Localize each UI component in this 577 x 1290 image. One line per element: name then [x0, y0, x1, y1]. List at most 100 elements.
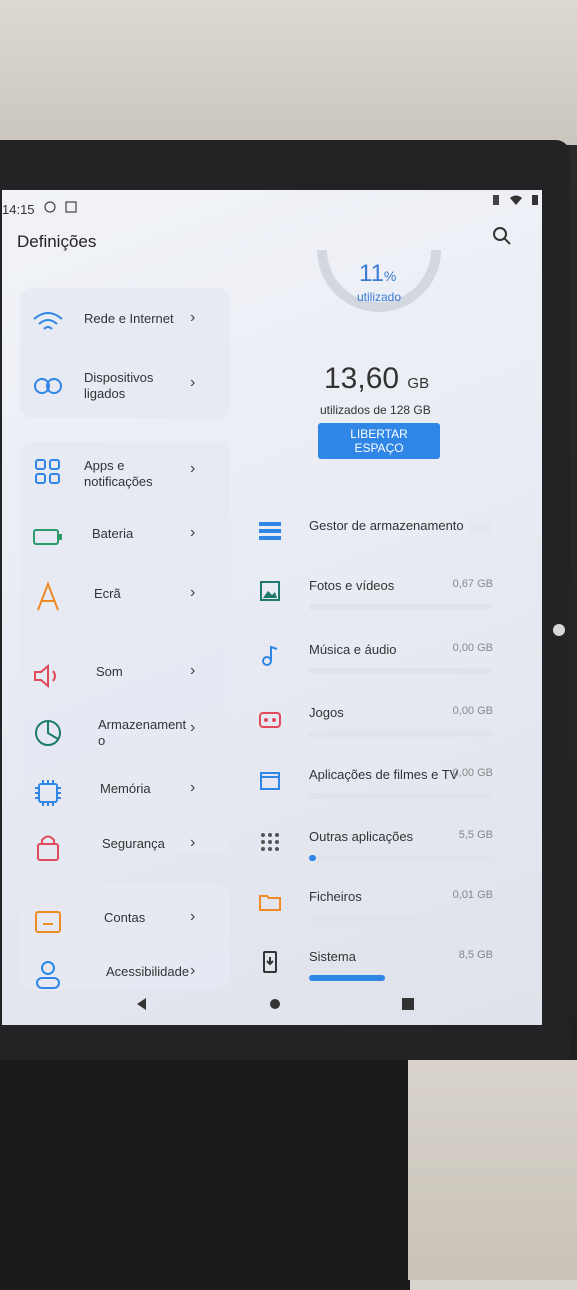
free-space-button[interactable]: LIBERTAR ESPAÇO: [318, 423, 440, 459]
storage-row-manager[interactable]: Gestor de armazenamento: [257, 518, 507, 570]
menu-item-memory[interactable]: Memória ›: [30, 775, 210, 815]
chevron-right-icon: ›: [190, 834, 196, 851]
storage-row-label: Sistema: [309, 949, 356, 964]
chevron-right-icon: ›: [190, 779, 196, 796]
storage-row-games[interactable]: Jogos 0,00 GB: [257, 705, 507, 757]
storage-manager-toggle[interactable]: [467, 522, 493, 534]
chevron-right-icon: ›: [190, 662, 196, 679]
storage-percent: 11%: [359, 260, 396, 288]
used-label: utilizado: [357, 290, 402, 304]
storage-row-size: 8,5 GB: [458, 949, 493, 961]
chevron-right-icon: ›: [190, 460, 196, 477]
search-icon[interactable]: [490, 224, 514, 248]
used-value: 13,60: [324, 362, 400, 395]
storage-pie-icon: [35, 720, 61, 746]
back-icon[interactable]: [132, 994, 152, 1014]
menu-label: Ecrã: [94, 586, 121, 601]
menu-item-battery[interactable]: Bateria ›: [30, 520, 210, 560]
storage-row-label: Gestor de armazenamento: [309, 518, 464, 533]
storage-row-label: Outras aplicações: [309, 829, 414, 844]
menu-label: Rede e Internet: [84, 311, 174, 326]
menu-item-sound[interactable]: Som ›: [30, 658, 210, 698]
second-device: [0, 1060, 410, 1290]
recents-icon[interactable]: [398, 994, 418, 1014]
menu-label: Bateria: [92, 526, 134, 541]
display-icon: [37, 581, 59, 611]
storage-manager-icon: [259, 522, 281, 540]
chevron-right-icon: ›: [190, 908, 196, 925]
menu-label: Apps e notificações: [84, 458, 153, 489]
storage-row-size: 5,5 GB: [458, 829, 493, 841]
chevron-right-icon: ›: [190, 584, 196, 601]
menu-item-apps[interactable]: Apps e notificações ›: [30, 456, 210, 496]
storage-row-bar-fill: [309, 975, 386, 981]
folder-icon: [259, 895, 281, 911]
storage-row-label: Música e áudio: [309, 642, 397, 657]
movie-icon: [260, 772, 280, 790]
camera-dot: [553, 624, 565, 636]
storage-row-bar-fill: [309, 855, 317, 861]
notification-icons: [44, 201, 77, 216]
percent-unit: %: [383, 268, 397, 284]
storage-row-label: Jogos: [309, 705, 344, 720]
storage-row-bar: [309, 915, 491, 921]
storage-row-files[interactable]: Ficheiros 0,01 GB: [257, 889, 507, 941]
storage-row-bar: [309, 975, 491, 981]
storage-row-label: Aplicações de filmes e TV: [309, 767, 459, 782]
chevron-right-icon: ›: [190, 309, 196, 326]
storage-row-bar: [309, 668, 491, 674]
account-icon: [35, 911, 61, 933]
storage-row-bar: [309, 855, 491, 861]
music-icon: [262, 645, 278, 666]
storage-row-movies[interactable]: Aplicações de filmes e TV 0,00 GB: [257, 767, 507, 819]
memory-chip-icon: [35, 780, 61, 806]
storage-row-bar: [309, 793, 491, 799]
battery-icon: [531, 195, 538, 205]
menu-item-security[interactable]: Segurança ›: [30, 830, 210, 870]
storage-row-other-apps[interactable]: Outras aplicações 5,5 GB: [257, 829, 507, 881]
storage-row-label: Ficheiros: [309, 889, 362, 904]
photo-icon: [260, 581, 280, 601]
menu-item-storage[interactable]: Armazenament o ›: [30, 715, 210, 755]
menu-item-display[interactable]: Ecrã ›: [30, 580, 210, 620]
wifi-icon: [33, 312, 63, 330]
chevron-right-icon: ›: [190, 524, 196, 541]
apps-dots-icon: [261, 833, 279, 851]
storage-row-music[interactable]: Música e áudio 0,00 GB: [257, 642, 507, 694]
notification-icon: [65, 201, 77, 213]
devices-icon: [34, 378, 62, 394]
apps-grid-icon: [35, 459, 60, 484]
storage-row-bar: [309, 604, 491, 610]
storage-row-bar: [309, 731, 491, 737]
status-bar: 14:15: [2, 190, 542, 228]
chevron-right-icon: ›: [190, 374, 196, 391]
tablet-screen: 14:15 Definições Rede e Internet › Dispo…: [2, 190, 542, 1025]
storage-row-size: 0,67 GB: [452, 578, 493, 590]
menu-label: Contas: [104, 910, 146, 925]
lock-icon: [37, 835, 59, 861]
home-icon[interactable]: [265, 994, 285, 1014]
percent-value: 11: [359, 260, 384, 287]
menu-item-accounts[interactable]: Contas ›: [30, 904, 210, 944]
used-unit: GB: [407, 375, 430, 392]
storage-row-label: Fotos e vídeos: [309, 578, 395, 593]
menu-label: Dispositivos ligados: [84, 370, 154, 401]
of-total-label: utilizados de 128 GB: [320, 403, 431, 417]
storage-row-photos[interactable]: Fotos e vídeos 0,67 GB: [257, 578, 507, 630]
wall-background: [0, 0, 577, 145]
menu-item-devices[interactable]: Dispositivos ligados ›: [30, 370, 210, 410]
storage-row-size: 0,00 GB: [452, 767, 493, 779]
speaker-icon: [34, 663, 56, 689]
page-title: Definições: [17, 232, 97, 251]
menu-item-network[interactable]: Rede e Internet ›: [30, 305, 210, 345]
used-amount: 13,60 GB: [324, 362, 429, 396]
system-icon: [263, 951, 277, 973]
wifi-icon: [510, 195, 523, 205]
table-surface: [408, 1060, 577, 1280]
menu-label: Acessibilidade: [106, 964, 190, 979]
vibrate-icon: [493, 195, 499, 205]
menu-label: Segurança: [102, 836, 165, 851]
person-icon: [36, 961, 60, 989]
battery-icon: [33, 529, 62, 545]
navigation-bar: [2, 990, 542, 1025]
